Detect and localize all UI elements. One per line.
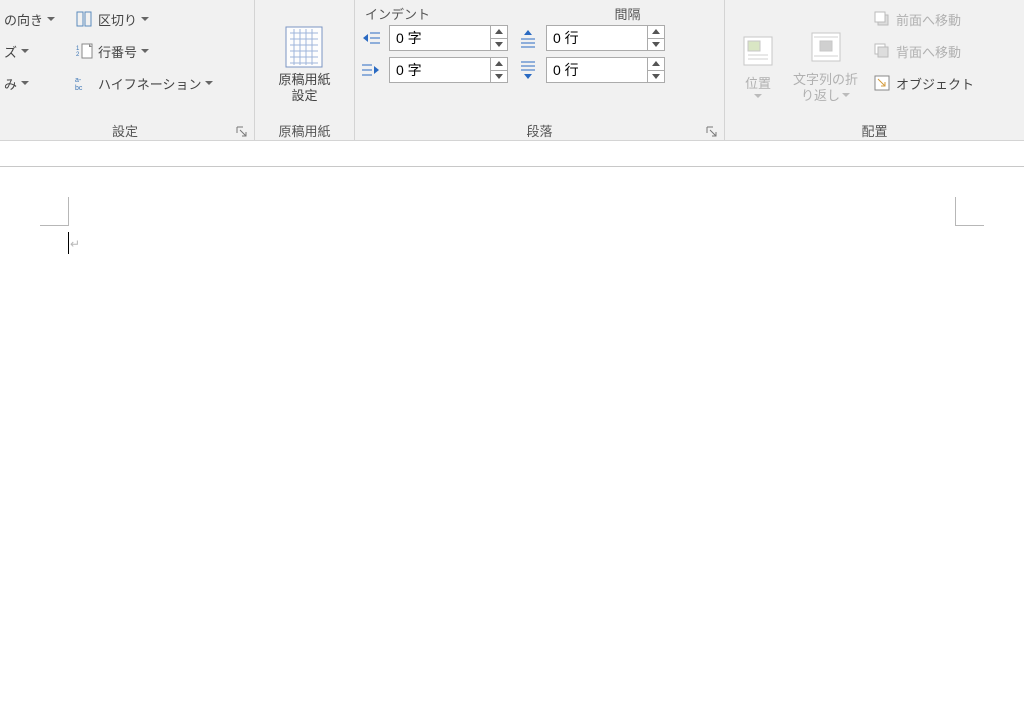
chevron-down-icon: [754, 94, 762, 99]
manuscript-label-1: 原稿用紙: [278, 72, 330, 88]
line-numbers-button[interactable]: 1 2 行番号: [70, 35, 250, 67]
breaks-button[interactable]: 区切り: [70, 3, 250, 35]
margin-mark-top-left: [40, 197, 69, 226]
svg-text:2: 2: [76, 52, 80, 58]
send-backward-icon: [872, 41, 892, 61]
group-arrange: 位置 文字列の折 り返し: [725, 0, 1024, 140]
line-numbers-icon: 1 2: [74, 41, 94, 61]
group-label-arrange: 配置: [861, 121, 887, 140]
indent-right-input[interactable]: [390, 58, 490, 82]
group-paragraph: インデント 間隔: [355, 0, 725, 140]
chevron-down-icon: [47, 17, 55, 22]
space-before-input[interactable]: [547, 26, 647, 50]
send-backward-button[interactable]: 背面へ移動: [868, 35, 978, 67]
columns-label: み: [4, 74, 17, 93]
group-label-page-setup: 設定: [112, 121, 138, 140]
hyphenation-button[interactable]: a-bc ハイフネーション: [70, 67, 250, 99]
dialog-launcher-icon[interactable]: [704, 124, 718, 138]
indent-title: インデント: [359, 4, 535, 23]
manuscript-icon: [281, 24, 327, 70]
document-area[interactable]: ↵: [0, 141, 1024, 707]
document-page[interactable]: ↵: [0, 166, 1024, 707]
hyphenation-icon: a-bc: [74, 73, 94, 93]
space-after-icon: [516, 59, 540, 81]
spinner-down[interactable]: [491, 71, 507, 83]
send-backward-label: 背面へ移動: [896, 42, 961, 61]
spinner-up[interactable]: [491, 26, 507, 39]
wrap-text-button[interactable]: 文字列の折 り返し: [787, 3, 864, 124]
dialog-launcher-icon[interactable]: [234, 124, 248, 138]
indent-left-spinbox[interactable]: [389, 25, 508, 51]
breaks-label: 区切り: [98, 10, 137, 29]
space-before-spinbox[interactable]: [546, 25, 665, 51]
manuscript-label-2: 設定: [278, 88, 330, 104]
spacing-title: 間隔: [535, 4, 720, 23]
svg-text:bc: bc: [75, 85, 83, 92]
bring-forward-button[interactable]: 前面へ移動: [868, 3, 978, 35]
spinner-up[interactable]: [648, 26, 664, 39]
wrap-text-icon: [803, 24, 849, 70]
hyphenation-label: ハイフネーション: [98, 74, 201, 93]
selection-pane-label: オブジェクト: [896, 74, 974, 93]
ribbon: の向き ズ み 区切り: [0, 0, 1024, 141]
orientation-label: の向き: [4, 10, 43, 29]
size-label: ズ: [4, 42, 17, 61]
paragraph-mark-icon: ↵: [70, 237, 80, 251]
svg-text:a-: a-: [75, 77, 82, 84]
spinner-up[interactable]: [491, 58, 507, 71]
bring-forward-icon: [872, 9, 892, 29]
spinner-down[interactable]: [491, 39, 507, 51]
space-after-spinbox[interactable]: [546, 57, 665, 83]
chevron-down-icon: [141, 17, 149, 22]
selection-pane-button[interactable]: オブジェクト: [868, 67, 978, 99]
space-before-icon: [516, 27, 540, 49]
line-numbers-label: 行番号: [98, 42, 137, 61]
spinner-down[interactable]: [648, 39, 664, 51]
chevron-down-icon: [842, 93, 850, 98]
position-button[interactable]: 位置: [729, 3, 787, 124]
indent-left-input[interactable]: [390, 26, 490, 50]
group-page-setup: の向き ズ み 区切り: [0, 0, 255, 140]
indent-right-icon: [359, 59, 383, 81]
breaks-icon: [74, 9, 94, 29]
chevron-down-icon: [21, 49, 29, 54]
indent-right-spinbox[interactable]: [389, 57, 508, 83]
chevron-down-icon: [141, 49, 149, 54]
wrap-label-2: り返し: [801, 88, 840, 104]
selection-pane-icon: [872, 73, 892, 93]
position-label: 位置: [745, 76, 771, 92]
margin-mark-top-right: [955, 197, 984, 226]
indent-left-icon: [359, 27, 383, 49]
position-icon: [735, 28, 781, 74]
group-label-paragraph: 段落: [526, 121, 552, 140]
spinner-down[interactable]: [648, 71, 664, 83]
manuscript-settings-button[interactable]: 原稿用紙 設定: [272, 3, 336, 124]
size-button[interactable]: ズ: [0, 35, 70, 67]
bring-forward-label: 前面へ移動: [896, 10, 961, 29]
group-label-manuscript: 原稿用紙: [278, 121, 330, 140]
chevron-down-icon: [21, 81, 29, 86]
text-cursor: [68, 232, 69, 254]
group-manuscript: 原稿用紙 設定 原稿用紙: [255, 0, 355, 140]
chevron-down-icon: [205, 81, 213, 86]
wrap-label-1: 文字列の折: [793, 72, 858, 88]
columns-button[interactable]: み: [0, 67, 70, 99]
space-after-input[interactable]: [547, 58, 647, 82]
orientation-button[interactable]: の向き: [0, 3, 70, 35]
spinner-up[interactable]: [648, 58, 664, 71]
